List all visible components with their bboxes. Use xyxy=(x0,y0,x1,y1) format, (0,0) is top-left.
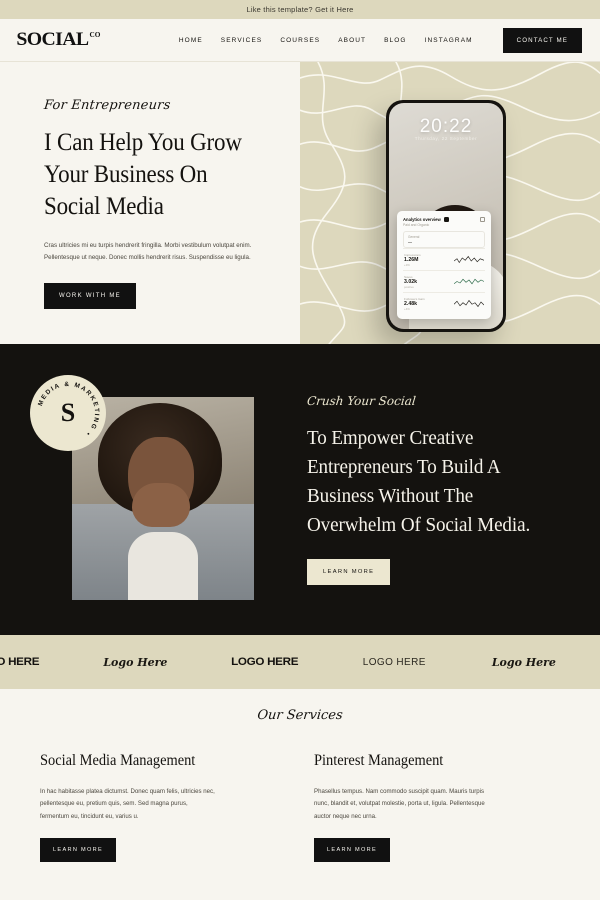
metric-sub: +3% xyxy=(404,263,410,267)
analytics-summary-value: — xyxy=(408,239,412,244)
service-learn-more-button[interactable]: LEARN MORE xyxy=(40,838,116,863)
site-logo-superscript: CO xyxy=(89,31,101,39)
mission-section: MEDIA & MARKETING • S Crush Your Social … xyxy=(0,344,600,635)
analytics-subtitle: Paid and Organic xyxy=(403,223,430,227)
analytics-row: Impressions 1.26M +3% xyxy=(403,248,485,270)
analytics-card: Analytics overview Paid and Organic Gene… xyxy=(397,210,491,319)
landing-page: Like this template? Get it Here SOCIAL CO… xyxy=(0,0,600,900)
sparkline-chart xyxy=(454,300,484,308)
hero-title-line-2: Your Business On xyxy=(44,161,208,188)
badge-letter: S xyxy=(60,398,76,427)
mission-eyebrow: Crush Your Social xyxy=(306,394,417,408)
mission-title-line-2: Entrepreneurs To Build A xyxy=(307,456,501,479)
portrait-top xyxy=(128,532,198,600)
nav-item-courses[interactable]: COURSES xyxy=(280,37,320,44)
analytics-title: Analytics overview xyxy=(403,216,441,222)
service-card: Social Media Management In hac habitasse… xyxy=(40,751,260,863)
phone-screen: 20:22 Thursday, 22 September Analytics o… xyxy=(389,103,503,329)
marquee-logo-item: LOGO HERE xyxy=(362,656,426,668)
expand-icon[interactable] xyxy=(480,216,485,222)
nav-links: HOME SERVICES COURSES ABOUT BLOG INSTAGR… xyxy=(179,27,582,53)
work-with-me-button[interactable]: WORK WITH ME xyxy=(44,282,136,309)
phone-date: Thursday, 22 September xyxy=(414,136,478,141)
hero-description: Cras ultricies mi eu turpis hendrerit fr… xyxy=(44,242,252,262)
contact-me-button[interactable]: CONTACT ME xyxy=(502,27,582,53)
service-card-description: In hac habitasse platea dictumst. Donec … xyxy=(40,787,215,820)
nav-item-home[interactable]: HOME xyxy=(179,37,203,44)
brand-badge: MEDIA & MARKETING • S xyxy=(30,375,106,451)
hero-title-line-1: I Can Help You Grow xyxy=(44,129,242,156)
hero-section: For Entrepreneurs I Can Help You Grow Yo… xyxy=(0,62,600,344)
hero-title-line-3: Social Media xyxy=(44,193,164,220)
analytics-header: Analytics overview xyxy=(403,216,485,222)
service-learn-more-button[interactable]: LEARN MORE xyxy=(314,838,390,863)
mission-title-line-4: Overwhelm Of Social Media. xyxy=(307,514,531,537)
marquee-logo-item: LOGO HERE xyxy=(0,656,40,668)
mission-title: To Empower Creative Entrepreneurs To Bui… xyxy=(307,424,560,540)
metric-sub: +4% xyxy=(404,307,410,311)
phone-mockup: 20:22 Thursday, 22 September Analytics o… xyxy=(386,100,506,332)
marquee-logo-item: Logo Here xyxy=(103,655,168,669)
mission-learn-more-button[interactable]: LEARN MORE xyxy=(307,559,391,586)
hero-title: I Can Help You Grow Your Business On Soc… xyxy=(44,127,248,223)
marquee-logo-item: LOGO HERE xyxy=(231,656,299,668)
hero-content: For Entrepreneurs I Can Help You Grow Yo… xyxy=(0,62,300,344)
announcement-text: Like this template? Get it Here xyxy=(246,5,354,14)
mission-title-line-3: Business Without The xyxy=(307,485,474,508)
site-logo[interactable]: SOCIAL CO xyxy=(16,29,100,51)
analytics-row: Followers Gain 2.48k +4% xyxy=(403,292,485,314)
logo-marquee: LOGO HERE Logo Here LOGO HERE LOGO HERE … xyxy=(0,635,600,689)
marquee-logo-item: Logo Here xyxy=(491,655,556,669)
services-cards: Social Media Management In hac habitasse… xyxy=(0,751,600,863)
service-card-title: Pinterest Management xyxy=(314,752,444,769)
service-card-description: Phasellus tempus. Nam commodo suscipit q… xyxy=(314,787,485,820)
hero-visual: 20:22 Thursday, 22 September Analytics o… xyxy=(300,62,600,344)
services-section: Our Services Social Media Management In … xyxy=(0,689,600,900)
nav-item-blog[interactable]: BLOG xyxy=(384,37,406,44)
main-navbar: SOCIAL CO HOME SERVICES COURSES ABOUT BLO… xyxy=(0,19,600,62)
portrait-hand xyxy=(132,483,190,527)
nav-item-services[interactable]: SERVICES xyxy=(221,37,263,44)
analytics-summary-box: General — xyxy=(403,231,485,248)
service-card: Pinterest Management Phasellus tempus. N… xyxy=(314,751,534,863)
announcement-bar[interactable]: Like this template? Get it Here xyxy=(0,0,600,19)
metric-sub: positive xyxy=(404,285,414,289)
nav-item-about[interactable]: ABOUT xyxy=(338,37,366,44)
service-card-title: Social Media Management xyxy=(40,752,196,769)
phone-clock: 20:22 xyxy=(419,116,473,137)
nav-item-instagram[interactable]: INSTAGRAM xyxy=(425,37,473,44)
site-logo-text: SOCIAL xyxy=(16,29,89,50)
sparkline-chart xyxy=(454,278,484,285)
mission-title-line-1: To Empower Creative xyxy=(307,427,474,449)
services-heading: Our Services xyxy=(256,708,344,723)
sparkline-chart xyxy=(454,256,484,264)
analytics-row: Saves 3.02k positive xyxy=(403,270,485,292)
logo-marquee-track: LOGO HERE Logo Here LOGO HERE LOGO HERE … xyxy=(0,656,600,669)
mission-content: Crush Your Social To Empower Creative En… xyxy=(306,394,579,586)
analytics-menu-icon[interactable] xyxy=(443,216,449,222)
hero-eyebrow: For Entrepreneurs xyxy=(43,98,172,113)
